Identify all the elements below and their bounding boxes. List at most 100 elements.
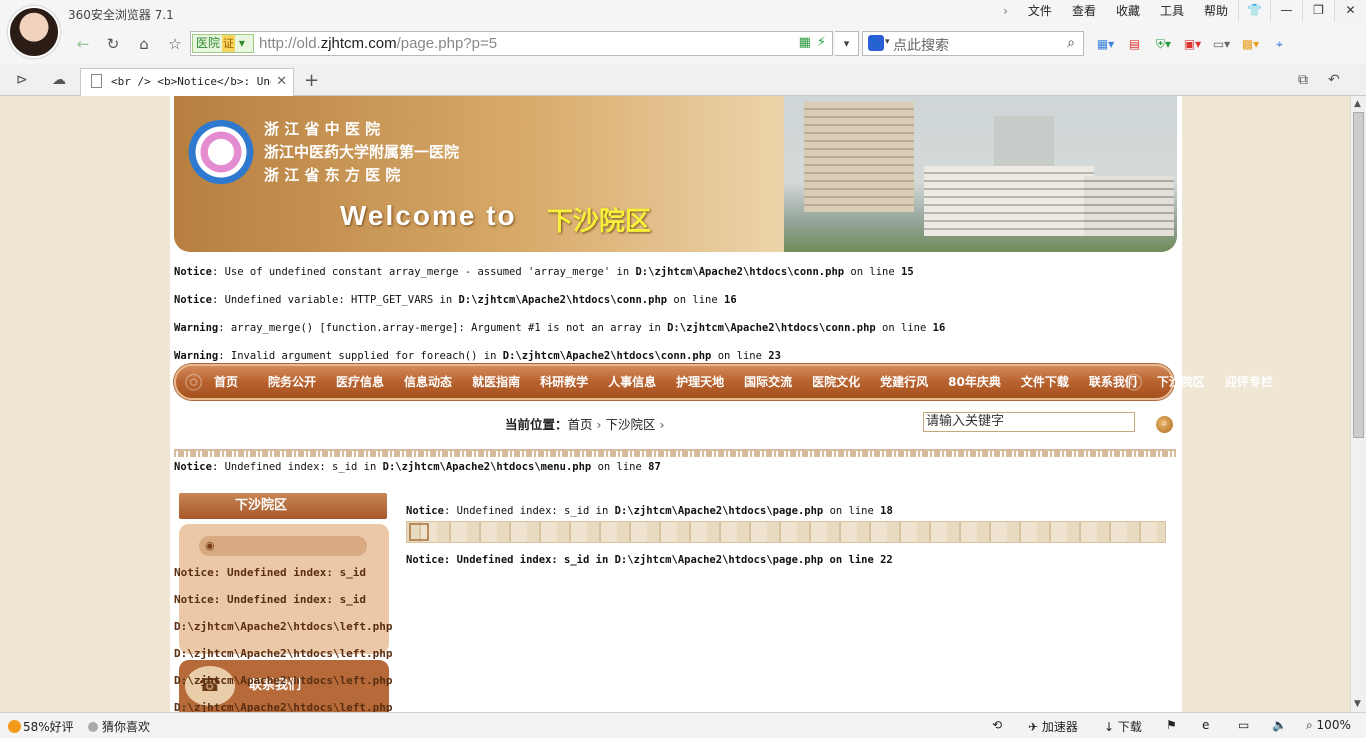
news-icon[interactable]: ▤ [1121,34,1148,54]
address-dropdown-icon[interactable]: ▾ [835,31,859,56]
nav-item-nursing[interactable]: 护理天地 [676,366,724,398]
refresh-icon[interactable]: ↻ [102,34,124,54]
nav-item-guide[interactable]: 就医指南 [472,366,520,398]
breadcrumb-current[interactable]: 下沙院区 [606,417,656,432]
swirl-ornament-icon: ◎ [184,369,204,394]
main-nav: ◎ ◎ 首页 院务公开 医疗信息 信息动态 就医指南 科研教学 人事信息 护理天… [174,364,1273,400]
hospital-name-3: 浙 江 省 东 方 医 院 [264,166,401,184]
game-icon[interactable]: ▩▾ [1237,34,1264,54]
tab-active[interactable]: <br /> <b>Notice</b>: Undefi ✕ [80,68,294,96]
nav-item-xiasha[interactable]: 下沙院区 [1157,366,1205,398]
search-input[interactable]: 点此搜索 [893,35,949,55]
nav-item-intl[interactable]: 国际交流 [744,366,792,398]
menu-php-notice: Notice: Undefined index: s_id in D:\zjht… [174,461,661,473]
dot-icon [88,722,98,732]
sidebar-notice: Notice: Undefined index: s_id [174,593,367,606]
php-warning-1: Warning: array_merge() [function.array-m… [174,322,946,334]
nav-item-contact[interactable]: 联系我们 [1089,366,1137,398]
translate-icon[interactable]: ⌖ [1266,34,1293,54]
tab-close-icon[interactable]: ✕ [276,74,287,89]
maximize-button[interactable]: ❐ [1302,0,1334,22]
nav-item-culture[interactable]: 医院文化 [812,366,860,398]
apps-icon[interactable]: ▦▾ [1092,34,1119,54]
sidebar-notice: D:\zjhtcm\Apache2\htdocs\left.php [174,674,393,687]
close-button[interactable]: ✕ [1334,0,1366,22]
new-tab-button[interactable]: + [304,70,319,91]
screenshot-icon[interactable]: ▭▾ [1208,34,1235,54]
sidebar-toggle-icon[interactable]: ⊳ [16,72,28,88]
back-icon[interactable]: ← [72,34,94,54]
nav-item-party[interactable]: 党建行风 [880,366,928,398]
greek-key-divider [174,449,1176,457]
nav-items: 首页 院务公开 医疗信息 信息动态 就医指南 科研教学 人事信息 护理天地 国际… [214,366,1293,398]
nav-item-research[interactable]: 科研教学 [540,366,588,398]
rating-button[interactable]: 58%好评 [8,718,74,735]
nav-item-news[interactable]: 信息动态 [404,366,452,398]
shield-icon[interactable]: ⛨▾ [1150,34,1177,54]
home-icon[interactable]: ⌂ [133,34,155,54]
campus-name: 下沙院区 [547,207,652,237]
sidebar-notice: D:\zjhtcm\Apache2\htdocs\left.php [174,647,393,660]
page-viewport[interactable]: 浙 江 省 中 医 院 浙江中医药大学附属第一医院 浙 江 省 东 方 医 院 … [0,96,1350,712]
tab-bar: ⊳ ☁ <br /> <b>Notice</b>: Undefi ✕ + ⧉ ↶ [0,64,1366,96]
refresh-icon[interactable]: ⟲ [992,718,1002,732]
sound-icon[interactable]: 🔈 [1272,718,1287,732]
url-path: /page.php?p=5 [396,35,498,52]
window-icon[interactable]: ▭ [1238,718,1249,732]
menu-favorites[interactable]: 收藏 [1106,4,1150,18]
nav-item-hr[interactable]: 人事信息 [608,366,656,398]
breadcrumb-label: 当前位置： [505,417,568,432]
lightning-icon[interactable]: ⚡ [817,35,826,50]
flag-icon[interactable]: ⚑ [1166,718,1177,732]
php-notice-2: Notice: Undefined variable: HTTP_GET_VAR… [174,294,737,306]
cloud-icon[interactable]: ☁ [52,72,66,88]
nav-item-anniversary[interactable]: 80年庆典 [948,366,1001,398]
avatar[interactable] [8,6,60,58]
hospital-cert-badge[interactable]: 医院证 ▾ [192,34,254,53]
sidebar-notice: D:\zjhtcm\Apache2\htdocs\left.php [174,701,393,712]
scrollbar-thumb[interactable] [1353,112,1364,438]
undo-close-icon[interactable]: ↶ [1328,72,1340,88]
tab-list-icon[interactable]: ⧉ [1298,72,1308,88]
zoom-control[interactable]: ⌕ 100% [1306,718,1351,733]
nav-item-evaluation[interactable]: 迎评专栏 [1225,366,1273,398]
scroll-down-icon[interactable]: ▼ [1354,699,1361,709]
app-title: 360安全浏览器 7.1 [68,8,174,22]
menu-tools[interactable]: 工具 [1150,4,1194,18]
accelerator-button[interactable]: ✈ 加速器 [1028,718,1078,735]
minimize-button[interactable]: — [1270,0,1302,22]
download-button[interactable]: ↓ 下载 [1104,718,1142,735]
nav-item-affairs[interactable]: 院务公开 [268,366,316,398]
chevron-down-icon[interactable]: ▾ [885,37,890,47]
menu-help[interactable]: 帮助 [1194,4,1238,18]
nav-item-medical[interactable]: 医疗信息 [336,366,384,398]
ie-icon[interactable]: e [1202,718,1209,732]
qr-code-icon[interactable]: ▦ [799,35,811,50]
chevron-right-icon: › [659,417,665,432]
hospital-name-2: 浙江中医药大学附属第一医院 [264,143,460,161]
star-icon[interactable]: ☆ [164,34,186,54]
sidebar-item[interactable]: ◉ [199,536,367,556]
top-menu: › 文件 查看 收藏 工具 帮助 [993,4,1238,18]
guess-you-like-button[interactable]: 猜你喜欢 [88,718,150,735]
shirt-icon[interactable]: 👕 [1238,0,1270,22]
address-bar[interactable]: 医院证 ▾ http://old.zjhtcm.com/page.php?p=5… [190,31,833,56]
nav-item-home[interactable]: 首页 [214,366,238,398]
scroll-up-icon[interactable]: ▲ [1354,99,1361,109]
content-notice-1: Notice: Undefined index: s_id in D:\zjht… [406,505,893,517]
breadcrumb-home[interactable]: 首页 [568,417,593,432]
url-text[interactable]: http://old.zjhtcm.com/page.php?p=5 [259,35,497,52]
search-go-icon[interactable]: ⌕ [1156,416,1173,433]
menu-view[interactable]: 查看 [1062,4,1106,18]
vertical-scrollbar[interactable]: ▲ ▼ [1350,96,1366,712]
baidu-paw-icon[interactable]: 🐾 [868,35,884,51]
nav-item-downloads[interactable]: 文件下载 [1021,366,1069,398]
search-icon[interactable]: ⌕ [1067,35,1075,51]
pdf-icon[interactable]: ▣▾ [1179,34,1206,54]
search-box[interactable]: 🐾 ▾ 点此搜索 ⌕ [862,31,1084,56]
knot-ornament-icon [409,523,429,541]
chevron-right-icon[interactable]: › [993,4,1018,18]
sidebar-notice: Notice: Undefined index: s_id [174,566,367,579]
keyword-search-input[interactable]: 请输入关键字 [923,412,1135,432]
menu-file[interactable]: 文件 [1018,4,1062,18]
